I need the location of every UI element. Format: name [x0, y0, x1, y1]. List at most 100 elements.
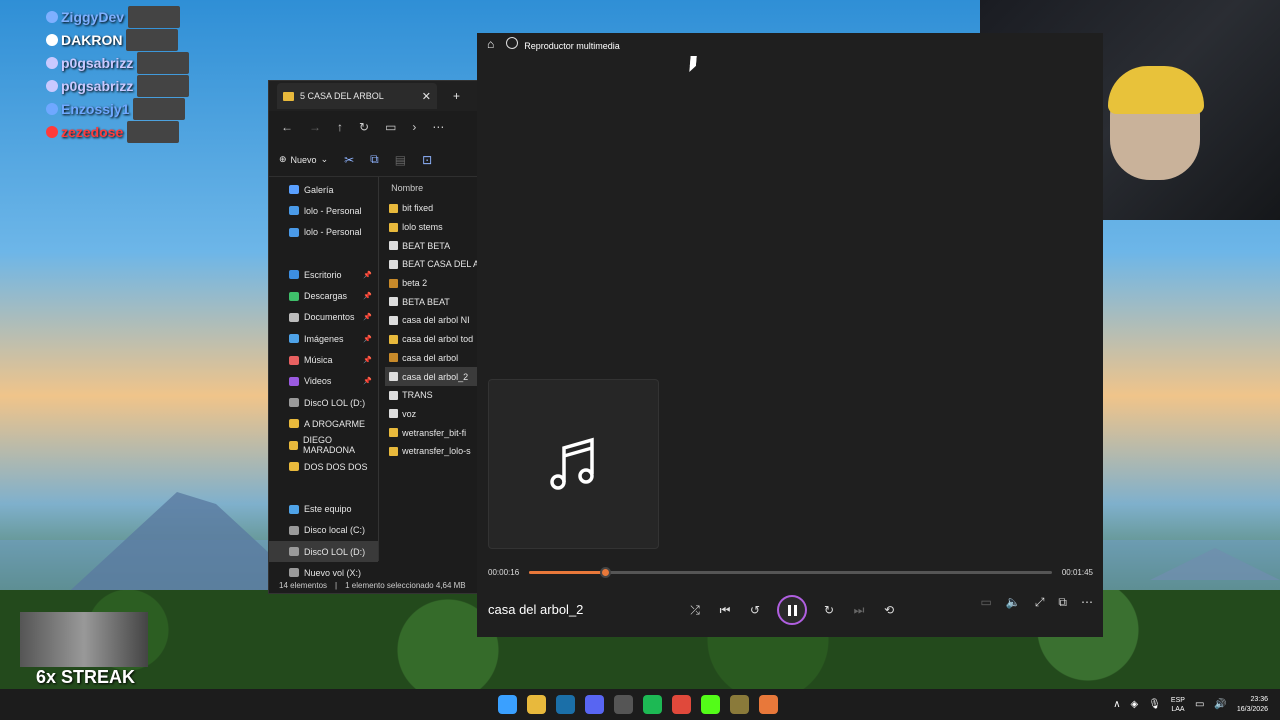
- more-icon[interactable]: ⋯: [432, 120, 444, 134]
- sidebar-item[interactable]: lolo - Personal: [269, 222, 378, 243]
- fl-studio-icon[interactable]: [730, 695, 749, 714]
- seek-handle[interactable]: [599, 567, 611, 578]
- copy-icon[interactable]: ⧉: [370, 152, 379, 167]
- sidebar-item[interactable]: DIEGO MARADONA: [269, 435, 378, 456]
- player-title-bar: ⌂ Reproductor multimedia: [477, 33, 1103, 55]
- sidebar-item[interactable]: Este equipo: [269, 498, 378, 519]
- spotify-icon[interactable]: [643, 695, 662, 714]
- sidebar-item[interactable]: Música 📌: [269, 349, 378, 370]
- rename-icon[interactable]: ⊡: [422, 153, 432, 167]
- sidebar-item[interactable]: DOS DOS DOS: [269, 456, 378, 477]
- chat-message: zezedose: [46, 120, 189, 143]
- new-button[interactable]: ⊕ Nuevo ⌄: [279, 154, 328, 165]
- seek-bar[interactable]: [529, 567, 1052, 578]
- column-header-name[interactable]: Nombre: [385, 177, 479, 199]
- more-options-icon[interactable]: ⋯: [1081, 595, 1093, 610]
- file-row[interactable]: wetransfer_lolo-s: [385, 442, 479, 461]
- mini-player-icon[interactable]: ⧉: [1058, 595, 1067, 610]
- file-row[interactable]: voz: [385, 405, 479, 424]
- chrome-icon[interactable]: [672, 695, 691, 714]
- refresh-icon[interactable]: ↻: [359, 120, 369, 134]
- file-row[interactable]: TRANS: [385, 386, 479, 405]
- sidebar-item[interactable]: DiscO LOL (D:): [269, 392, 378, 413]
- shuffle-icon[interactable]: ⤮: [687, 602, 703, 618]
- explorer-tab[interactable]: 5 CASA DEL ARBOL ✕: [277, 83, 437, 109]
- sidebar-item[interactable]: A DROGARME: [269, 413, 378, 434]
- file-name: casa del arbol tod: [402, 334, 474, 345]
- monitor-icon[interactable]: ▭: [385, 120, 396, 134]
- obs-icon[interactable]: [614, 695, 633, 714]
- folder-icon: [389, 334, 399, 344]
- back-icon[interactable]: ←: [281, 120, 293, 134]
- previous-icon[interactable]: ⏮: [717, 602, 733, 618]
- file-name: BEAT CASA DEL A: [402, 259, 479, 270]
- kick-icon[interactable]: [701, 695, 720, 714]
- file-name: wetransfer_bit-fi: [402, 427, 467, 438]
- file-row[interactable]: beta 2: [385, 274, 479, 293]
- pause-button[interactable]: [777, 595, 807, 625]
- cut-icon[interactable]: ✂: [344, 153, 354, 167]
- sidebar-item-label: DIEGO MARADONA: [303, 435, 356, 456]
- clock[interactable]: 23:36 16/3/2026: [1237, 695, 1268, 715]
- sidebar-item-icon: [289, 355, 299, 365]
- audio-icon: [389, 297, 399, 307]
- new-tab-icon[interactable]: +: [453, 89, 460, 103]
- forward-icon[interactable]: →: [309, 120, 321, 134]
- fullscreen-icon[interactable]: ⤢: [1035, 595, 1045, 610]
- file-row[interactable]: BEAT CASA DEL A: [385, 255, 479, 274]
- home-icon[interactable]: ⌂: [487, 37, 494, 51]
- sidebar-item-icon: [289, 334, 299, 344]
- paste-icon[interactable]: ▤: [395, 153, 406, 167]
- language-indicator[interactable]: ESP LAA: [1171, 696, 1185, 714]
- speaker-icon[interactable]: 🔊: [1214, 699, 1226, 710]
- chevron-right-icon[interactable]: ›: [412, 120, 416, 134]
- tray-chevron-icon[interactable]: ∧: [1113, 699, 1120, 710]
- sidebar-item[interactable]: DiscO LOL (D:): [269, 541, 379, 563]
- sidebar-item[interactable]: Documentos 📌: [269, 307, 378, 328]
- subtitles-icon[interactable]: ▭: [981, 595, 992, 610]
- volume-icon[interactable]: 🔈: [1006, 595, 1021, 610]
- repeat-icon[interactable]: ⟲: [881, 602, 897, 618]
- network-icon[interactable]: ▭: [1195, 699, 1204, 710]
- forward-30-icon[interactable]: ↻: [821, 602, 837, 618]
- sidebar-item[interactable]: Imágenes 📌: [269, 328, 378, 349]
- explorer-status-bar: 14 elementos | 1 elemento seleccionado 4…: [269, 577, 479, 593]
- media-player-icon[interactable]: [759, 695, 778, 714]
- stream-chat: ZiggyDev DAKRON p0gsabrizz p0gsabrizz Enzoss…: [46, 5, 190, 144]
- file-name: lolo stems: [402, 222, 443, 233]
- sidebar-item[interactable]: lolo - Personal: [269, 200, 378, 221]
- up-icon[interactable]: ↑: [337, 120, 343, 134]
- sidebar-item-label: Escritorio: [304, 269, 342, 280]
- explorer-tab-title: 5 CASA DEL ARBOL: [300, 91, 384, 101]
- file-row[interactable]: bit fixed: [385, 199, 479, 218]
- rewind-10-icon[interactable]: ↺: [747, 602, 763, 618]
- file-name: voz: [402, 408, 417, 419]
- sidebar-item[interactable]: Videos 📌: [269, 371, 378, 392]
- file-row[interactable]: casa del arbol NI: [385, 311, 479, 330]
- defender-icon[interactable]: ◈: [1131, 699, 1139, 710]
- chat-emote: [128, 5, 181, 28]
- media-player-window[interactable]: ⌂ Reproductor multimedia 00:00:16 00:01:…: [477, 33, 1103, 637]
- sidebar-item[interactable]: Disco local (C:): [269, 520, 378, 541]
- file-row[interactable]: BEAT BETA: [385, 236, 479, 255]
- next-icon[interactable]: ⏭: [851, 602, 867, 618]
- close-tab-icon[interactable]: ✕: [422, 90, 431, 103]
- sidebar-item[interactable]: Escritorio 📌: [269, 264, 378, 285]
- file-explorer-window[interactable]: 5 CASA DEL ARBOL ✕ + ← → ↑ ↻ ▭ › ⋯ ⊕ Nue…: [268, 80, 480, 594]
- file-row[interactable]: casa del arbol tod: [385, 330, 479, 349]
- file-row[interactable]: casa del arbol_2: [385, 367, 479, 386]
- file-row[interactable]: lolo stems: [385, 218, 479, 237]
- file-explorer-icon[interactable]: [527, 695, 546, 714]
- chat-username: ZiggyDev: [61, 8, 125, 25]
- start-icon[interactable]: [498, 695, 517, 714]
- discord-icon[interactable]: [585, 695, 604, 714]
- file-row[interactable]: BETA BEAT: [385, 292, 479, 311]
- sidebar-item-label: Imágenes: [304, 333, 344, 344]
- sidebar-item[interactable]: Descargas 📌: [269, 285, 378, 306]
- file-row[interactable]: wetransfer_bit-fi: [385, 423, 479, 442]
- sidebar-item[interactable]: Galería: [269, 179, 378, 200]
- steam-icon[interactable]: [556, 695, 575, 714]
- microphone-icon[interactable]: 🎙: [1148, 699, 1161, 710]
- clock-date: 16/3/2026: [1236, 705, 1268, 713]
- file-row[interactable]: casa del arbol: [385, 349, 479, 368]
